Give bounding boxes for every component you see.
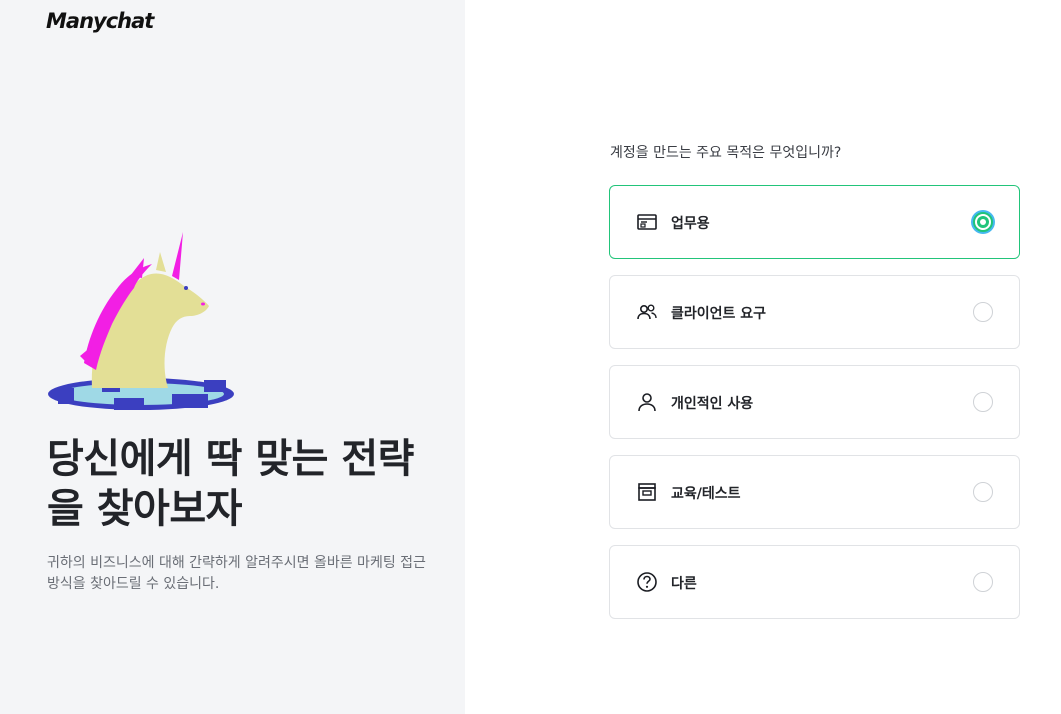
hero-headline: 당신에게 딱 맞는 전략을 찾아보자 [47,436,414,532]
option-label: 다른 [671,576,697,592]
option-label: 클라이언트 요구 [671,306,767,322]
question-circle-icon [637,572,657,592]
radio-selected[interactable] [973,212,993,232]
users-icon [637,304,657,320]
manychat-logo[interactable]: Manychat [46,9,154,33]
radio-unselected[interactable] [973,302,993,322]
option-label: 개인적인 사용 [671,396,754,412]
radio-unselected[interactable] [973,392,993,412]
option-label: 교육/테스트 [671,486,741,502]
left-panel: Manychat 당신에게 딱 맞는 전략을 찾아보자 귀하의 비즈니스에 대해… [0,0,465,714]
purpose-question: 계정을 만드는 주요 목적은 무엇입니까? [610,145,842,161]
browser-window-icon [637,214,657,230]
archive-box-icon [638,483,656,501]
hero-subtext: 귀하의 비즈니스에 대해 간략하게 알려주시면 올바른 마케팅 접근 방식을 찾… [47,555,426,592]
option-education-test[interactable]: 교육/테스트 [609,455,1020,529]
radio-unselected[interactable] [973,572,993,592]
option-personal-use[interactable]: 개인적인 사용 [609,365,1020,439]
option-label: 업무용 [671,216,710,232]
option-client-needs[interactable]: 클라이언트 요구 [609,275,1020,349]
radio-unselected[interactable] [973,482,993,502]
user-icon [638,393,656,412]
unicorn-illustration [48,232,234,410]
option-business[interactable]: 업무용 [609,185,1020,259]
option-other[interactable]: 다른 [609,545,1020,619]
